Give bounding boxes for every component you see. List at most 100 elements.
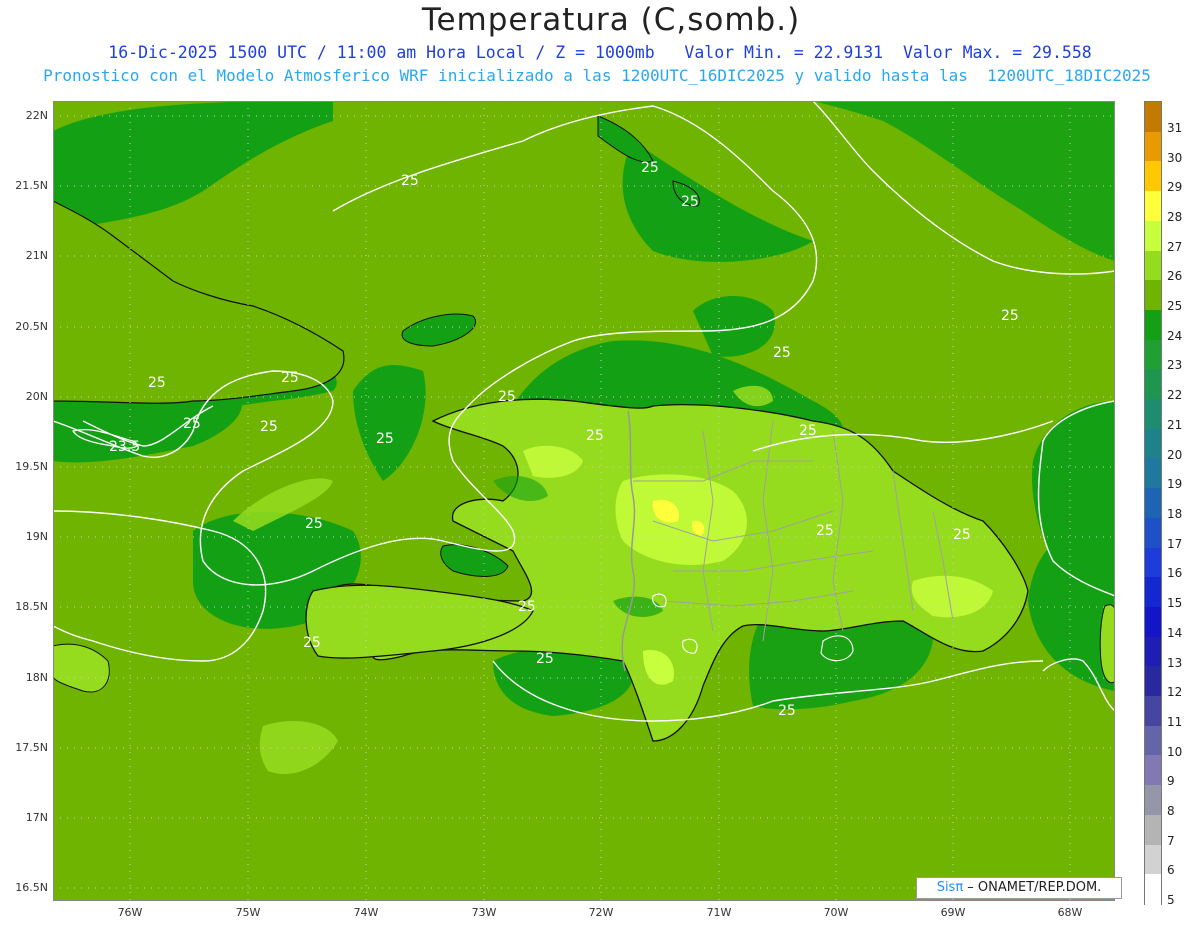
color-scale-bar (1144, 101, 1162, 905)
contour-label: 25 (641, 160, 659, 176)
color-scale-label: 5 (1167, 893, 1175, 908)
y-tick-label: 17N (25, 811, 48, 824)
land-puerto-rico (1099, 604, 1115, 684)
color-scale-swatch (1145, 399, 1161, 430)
color-scale-swatch (1145, 131, 1161, 162)
color-scale-label: 27 (1167, 239, 1183, 254)
contour-label: 25 (778, 703, 796, 719)
color-scale-swatch (1145, 874, 1161, 905)
sispi-logo: Sisπ (936, 880, 964, 895)
color-scale-swatch (1145, 844, 1161, 875)
color-scale-swatch (1145, 547, 1161, 578)
map-subtitle-model-info: Pronostico con el Modelo Atmosferico WRF… (43, 66, 1151, 85)
color-scale-label: 26 (1167, 269, 1183, 284)
temperature-map[interactable]: 25 25 25 25 25 25 25 25 25 25 25 25 25 2… (53, 101, 1115, 901)
y-tick-label: 18.5N (15, 600, 48, 613)
x-tick-label: 68W (1057, 906, 1083, 919)
x-tick-label: 76W (117, 906, 143, 919)
color-scale-swatch (1145, 666, 1161, 697)
contour-label: 25 (376, 431, 394, 447)
color-scale-label: 20 (1167, 447, 1183, 462)
x-tick-label: 71W (706, 906, 732, 919)
color-scale-swatch (1145, 220, 1161, 252)
color-scale-label: 14 (1167, 625, 1183, 640)
color-scale-label: 18 (1167, 507, 1183, 521)
color-scale-swatch (1145, 458, 1161, 489)
color-scale-label: 9 (1167, 774, 1175, 789)
color-scale-swatch (1145, 250, 1161, 281)
color-scale-label: 30 (1167, 150, 1183, 165)
color-scale-swatch (1145, 696, 1161, 727)
credit-box: Sisπ – ONAMET/REP.DOM. (916, 877, 1122, 899)
contour-label: 25 (281, 370, 299, 386)
y-tick-label: 16.5N (15, 881, 48, 894)
color-scale-label: 13 (1167, 655, 1183, 670)
y-tick-label: 18N (25, 671, 48, 684)
contour-label: 25 (816, 523, 834, 539)
color-scale-label: 16 (1167, 566, 1183, 581)
color-scale-swatch (1145, 636, 1161, 667)
color-scale-swatch (1145, 725, 1161, 757)
color-scale-swatch (1145, 309, 1161, 341)
color-scale-label: 24 (1167, 328, 1183, 343)
contour-label: 25 (681, 194, 699, 210)
y-tick-label: 22N (25, 109, 48, 122)
color-scale-label: 25 (1167, 299, 1183, 314)
color-scale-swatch (1145, 369, 1161, 400)
contour-label: 25 (305, 516, 323, 532)
color-scale-label: 8 (1167, 804, 1175, 819)
contour-label: 25 (183, 416, 201, 432)
color-scale-swatch (1145, 577, 1161, 608)
contour-label: 25 (773, 345, 791, 361)
color-scale-label: 10 (1167, 744, 1183, 759)
color-scale-label: 17 (1167, 536, 1183, 551)
color-scale-swatch (1145, 785, 1161, 816)
color-scale-swatch (1145, 755, 1161, 786)
contour-label: 25 (953, 527, 971, 543)
y-tick-label: 20.5N (15, 320, 48, 333)
contour-label: 25 (498, 389, 516, 405)
color-scale-label: 11 (1167, 714, 1183, 729)
contour-label: 23.5 (109, 439, 140, 455)
y-tick-label: 19.5N (15, 460, 48, 473)
contour-label: 25 (303, 635, 321, 651)
contour-label: 25 (536, 651, 554, 667)
contour-label: 25 (799, 423, 817, 439)
color-scale-label: 22 (1167, 388, 1183, 403)
x-tick-label: 74W (353, 906, 379, 919)
contour-label: 25 (1001, 308, 1019, 324)
color-scale-swatch (1145, 488, 1161, 519)
x-tick-label: 75W (235, 906, 261, 919)
y-tick-label: 17.5N (15, 741, 48, 754)
color-scale-label: 21 (1167, 417, 1183, 432)
color-scale-swatch (1145, 606, 1161, 638)
color-scale-label: 12 (1167, 685, 1183, 700)
contour-label: 25 (518, 599, 536, 615)
map-subtitle-time-range: 16-Dic-2025 1500 UTC / 11:00 am Hora Loc… (108, 43, 1092, 62)
color-scale-label: 29 (1167, 180, 1183, 195)
color-scale-swatch (1145, 280, 1161, 311)
color-scale-label: 19 (1167, 477, 1183, 492)
contour-label: 25 (148, 375, 166, 391)
color-scale-label: 6 (1167, 863, 1175, 878)
color-scale-label: 23 (1167, 358, 1183, 373)
color-scale-swatch (1145, 339, 1161, 370)
color-scale-swatch (1145, 517, 1161, 549)
credit-text: – ONAMET/REP.DOM. (963, 880, 1102, 895)
color-scale-label: 15 (1167, 596, 1183, 611)
y-tick-label: 21.5N (15, 179, 48, 192)
color-scale-label: 28 (1167, 209, 1183, 224)
color-scale-swatch (1145, 814, 1161, 846)
x-tick-label: 70W (823, 906, 849, 919)
color-scale-label: 31 (1167, 120, 1183, 135)
color-scale-swatch (1145, 102, 1161, 133)
y-tick-label: 21N (25, 249, 48, 262)
color-scale-swatch (1145, 191, 1161, 222)
x-tick-label: 73W (471, 906, 497, 919)
color-scale-label: 7 (1167, 833, 1175, 848)
x-tick-label: 69W (940, 906, 966, 919)
x-tick-label: 72W (588, 906, 614, 919)
y-tick-label: 20N (25, 390, 48, 403)
color-scale-swatch (1145, 428, 1161, 460)
contour-label: 25 (260, 419, 278, 435)
